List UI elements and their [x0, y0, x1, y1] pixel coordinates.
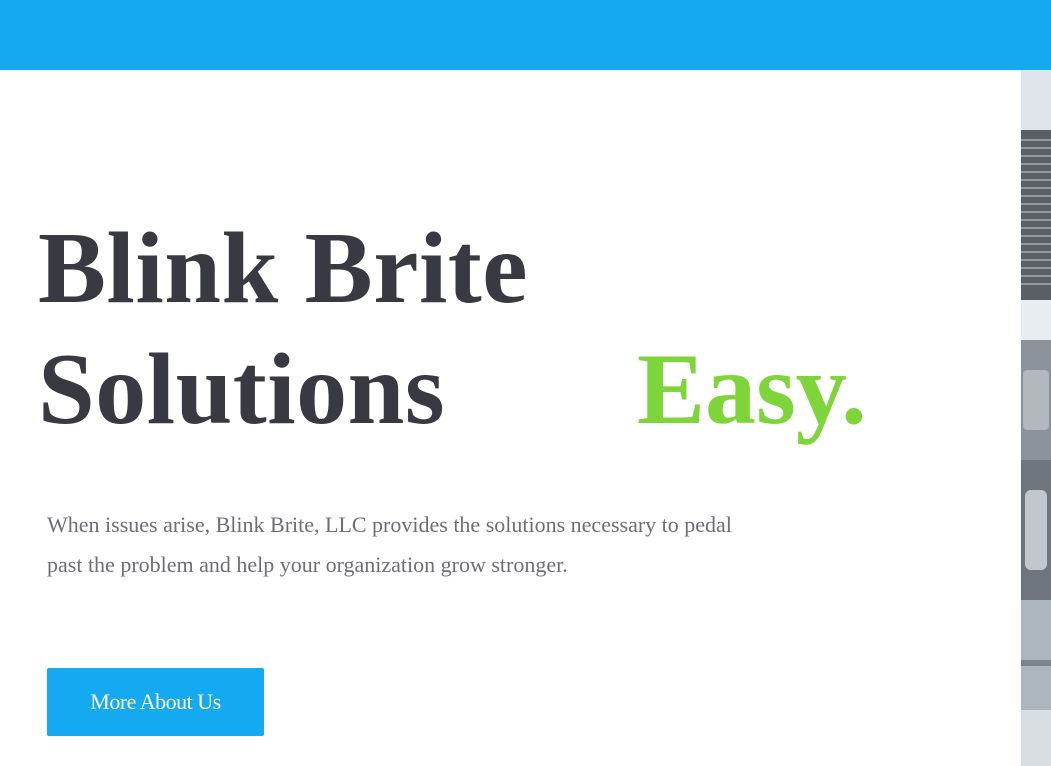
hero-description: When issues arise, Blink Brite, LLC prov…: [47, 512, 732, 577]
hero-title-line1: Blink Brite: [38, 212, 529, 325]
office-photo: [1021, 70, 1051, 766]
hero-title-line2: Solutions: [38, 333, 446, 446]
office-photo-graphic: [1021, 70, 1051, 766]
hero-accent-word: Easy.: [637, 333, 867, 446]
page: Blink Brite Solutions Easy. When issues …: [0, 0, 1051, 766]
hero-title: Blink Brite Solutions: [38, 208, 528, 450]
more-about-us-button[interactable]: More About Us: [47, 668, 264, 736]
top-bar: [0, 0, 1051, 70]
